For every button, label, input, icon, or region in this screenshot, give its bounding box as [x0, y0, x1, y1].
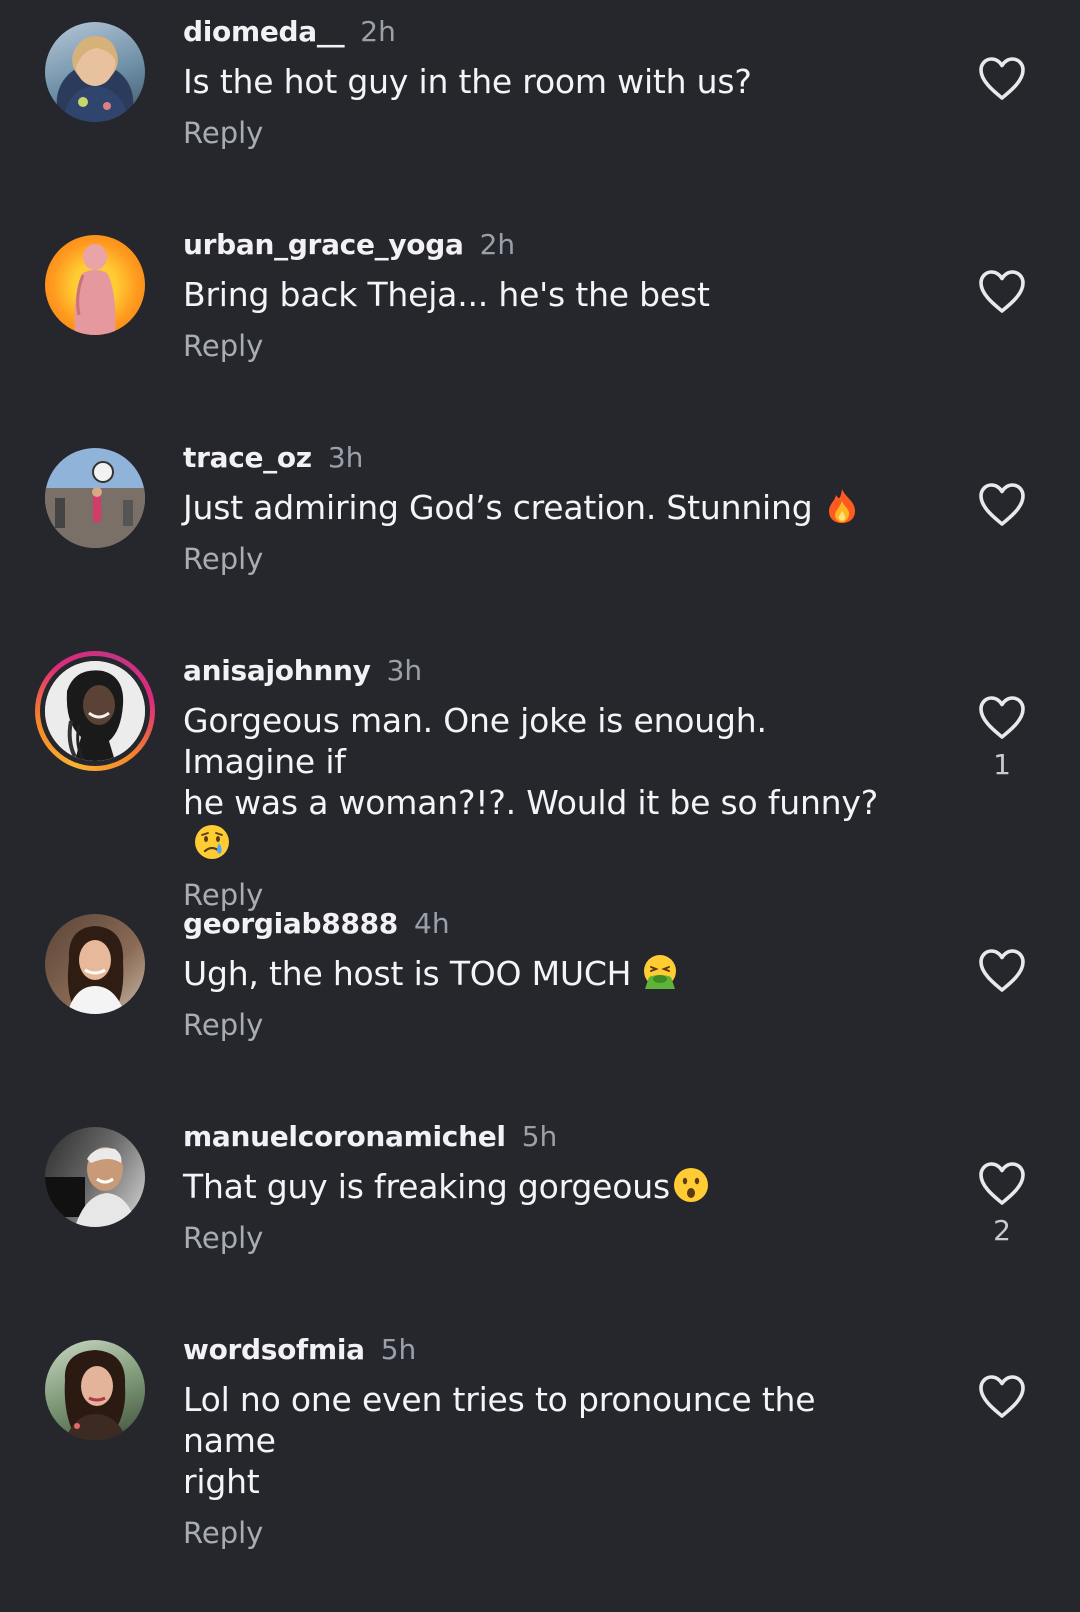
reply-button[interactable]: Reply [183, 1513, 263, 1553]
like-control: 2 [970, 1161, 1034, 1247]
fire-emoji-icon [828, 489, 855, 523]
heart-icon[interactable] [977, 948, 1027, 994]
comment-text: Ugh, the host is TOO MUCH [183, 953, 903, 994]
comment-text-line: he was a woman?!?. Would it be so funny? [183, 783, 879, 822]
reply-button[interactable]: Reply [183, 539, 263, 579]
heart-icon[interactable] [977, 269, 1027, 315]
crying-face-emoji-icon [195, 825, 229, 859]
timestamp: 2h [360, 15, 396, 48]
comment-text: Gorgeous man. One joke is enough. Imagin… [183, 700, 903, 864]
avatar[interactable] [45, 448, 145, 548]
timestamp: 4h [414, 907, 450, 940]
avatar-photo [74, 244, 116, 335]
like-control [970, 269, 1034, 323]
reply-button[interactable]: Reply [183, 326, 263, 366]
reply-button[interactable]: Reply [183, 113, 263, 153]
avatar[interactable] [45, 22, 145, 122]
avatar[interactable] [45, 1340, 145, 1440]
timestamp: 3h [327, 441, 364, 474]
username[interactable]: trace_oz [183, 441, 312, 474]
comment-text-line: Gorgeous man. One joke is enough. Imagin… [183, 701, 767, 781]
comment-content: anisajohnny 3h Gorgeous man. One joke is … [183, 651, 903, 915]
avatar-photo [45, 1147, 137, 1227]
username[interactable]: wordsofmia [183, 1333, 365, 1366]
comment-text-content: Ugh, the host is TOO MUCH [183, 954, 632, 993]
like-count: 2 [993, 1214, 1011, 1247]
avatar[interactable] [45, 1127, 145, 1227]
comment-content: diomeda__ 2h Is the hot guy in the room w… [183, 12, 903, 153]
comment-content: trace_oz 3h Just admiring God’s creation.… [183, 438, 903, 579]
avatar-photo [63, 36, 129, 122]
like-control [970, 948, 1034, 1002]
comment-text-content: That guy is freaking gorgeous [183, 1167, 670, 1206]
reply-button[interactable]: Reply [183, 1005, 263, 1045]
comment-content: wordsofmia 5h Lol no one even tries to pr… [183, 1330, 903, 1553]
comment-text: Bring back Theja... he's the best [183, 275, 710, 314]
heart-icon[interactable] [977, 1161, 1027, 1207]
comment-text: Just admiring God’s creation. Stunning [183, 487, 903, 528]
like-count: 1 [993, 748, 1011, 781]
heart-icon[interactable] [977, 695, 1027, 741]
avatar-photo [45, 661, 145, 761]
avatar[interactable] [45, 914, 145, 1014]
timestamp: 2h [479, 228, 516, 261]
avatar[interactable] [45, 235, 145, 335]
comment-text-line: right [183, 1462, 260, 1501]
username[interactable]: diomeda__ [183, 15, 345, 48]
story-ring [35, 651, 155, 771]
username[interactable]: urban_grace_yoga [183, 228, 464, 261]
comment-content: manuelcoronamichel 5h That guy is freakin… [183, 1117, 903, 1258]
comment-text: That guy is freaking gorgeous [183, 1166, 903, 1207]
avatar-photo [45, 461, 145, 548]
like-control [970, 1374, 1034, 1428]
like-control: 1 [970, 695, 1034, 781]
heart-icon[interactable] [977, 1374, 1027, 1420]
like-control [970, 56, 1034, 110]
comment-text: Is the hot guy in the room with us? [183, 62, 752, 101]
avatar-photo [64, 1350, 127, 1440]
astonished-face-emoji-icon [673, 1168, 708, 1202]
heart-icon[interactable] [977, 482, 1027, 528]
vomiting-face-emoji-icon [644, 955, 677, 989]
heart-icon[interactable] [977, 56, 1027, 102]
reply-button[interactable]: Reply [183, 1218, 263, 1258]
avatar[interactable] [35, 651, 155, 771]
comment-content: georgiab8888 4h Ugh, the host is TOO MUCH… [183, 904, 903, 1045]
comment-content: urban_grace_yoga 2h Bring back Theja... h… [183, 225, 903, 366]
timestamp: 5h [521, 1120, 558, 1153]
avatar-photo [67, 926, 125, 1014]
timestamp: 3h [386, 654, 423, 687]
like-control [970, 482, 1034, 536]
comment-text-line: Lol no one even tries to pronounce the n… [183, 1380, 816, 1460]
username[interactable]: manuelcoronamichel [183, 1120, 506, 1153]
comment-text: Lol no one even tries to pronounce the n… [183, 1379, 903, 1502]
username[interactable]: anisajohnny [183, 654, 371, 687]
username[interactable]: georgiab8888 [183, 907, 398, 940]
comment-text-content: Just admiring God’s creation. Stunning [183, 488, 813, 527]
timestamp: 5h [380, 1333, 417, 1366]
